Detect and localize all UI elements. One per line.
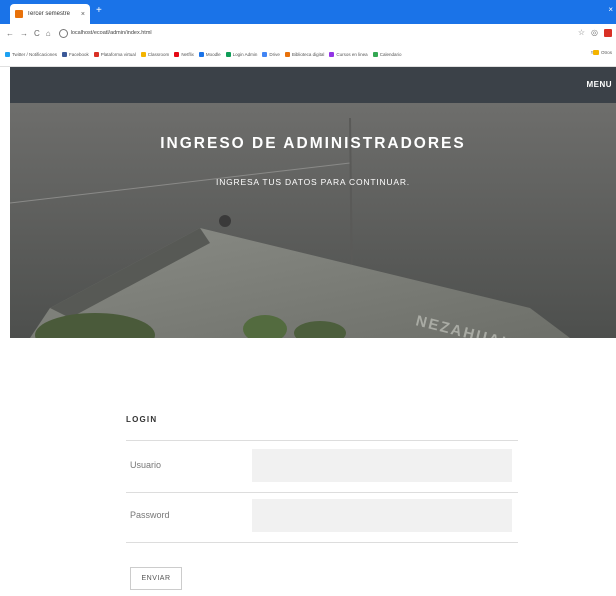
username-input[interactable]: [252, 449, 512, 482]
back-icon[interactable]: ←: [6, 29, 14, 38]
bookmark-favicon-icon: [225, 51, 231, 57]
bookmark-favicon-icon: [174, 51, 180, 57]
bookmark-item[interactable]: Netflix: [174, 51, 194, 57]
home-icon[interactable]: ⌂: [46, 29, 51, 38]
password-label: Password: [130, 510, 170, 520]
bookmark-label: Calendario: [379, 51, 402, 57]
bookmark-item[interactable]: Plataforma virtual: [93, 51, 136, 57]
password-row: Password: [126, 491, 518, 543]
bookmark-label: Login Admin: [232, 51, 258, 57]
bookmark-item[interactable]: Classroom: [140, 51, 170, 57]
browser-tab-bar: Tercer semestre × + ×: [0, 0, 616, 24]
username-label: Usuario: [130, 460, 162, 470]
bookmark-item[interactable]: Login Admin: [225, 51, 258, 57]
bookmark-favicon-icon: [284, 51, 290, 57]
folder-icon: [592, 50, 599, 55]
bookmark-favicon-icon: [62, 51, 68, 57]
hero-banner: INGRESO DE ADMINISTRADORES INGRESA TUS D…: [10, 103, 616, 338]
browser-toolbar: ← → C ⌂ localhost/ecoatl/admin/index.htm…: [0, 24, 616, 42]
submit-button[interactable]: ENVIAR: [130, 567, 182, 590]
tab-close-icon[interactable]: ×: [81, 11, 85, 18]
username-row: Usuario: [126, 440, 518, 493]
bookmark-label: Facebook: [69, 51, 89, 57]
bookmark-label: Netflix: [181, 51, 194, 57]
bookmark-item[interactable]: Moodle: [198, 51, 221, 57]
reload-icon[interactable]: C: [34, 29, 40, 38]
browser-tab[interactable]: Tercer semestre ×: [10, 4, 90, 24]
bookmark-label: Classroom: [147, 51, 170, 57]
bookmark-label: Moodle: [205, 51, 221, 57]
bookmark-label: Plataforma virtual: [100, 51, 136, 57]
site-info-icon[interactable]: [58, 28, 68, 38]
bookmark-item[interactable]: Drive: [262, 51, 280, 57]
hero-title: INGRESO DE ADMINISTRADORES: [160, 135, 466, 152]
login-heading: LOGIN: [126, 415, 158, 424]
menu-link[interactable]: MENU: [586, 80, 612, 89]
bookmark-favicon-icon: [329, 51, 335, 57]
bookmark-favicon-icon: [372, 51, 378, 57]
bookmark-label: Twitter / Notificaciones: [12, 51, 58, 57]
extension-icon[interactable]: ◎: [591, 28, 598, 37]
bookmark-item[interactable]: Facebook: [62, 51, 89, 57]
password-input[interactable]: [252, 499, 512, 532]
other-bookmarks[interactable]: Otros: [592, 50, 612, 55]
other-bookmarks-label: Otros: [600, 50, 612, 55]
bookmark-item[interactable]: Cursos en linea: [329, 51, 368, 57]
site-navbar: MENU: [10, 67, 616, 103]
bookmark-item[interactable]: Biblioteca digital: [284, 51, 325, 57]
bookmarks-bar: Twitter / Notificaciones Facebook Platafor…: [0, 42, 616, 67]
bookmark-label: Drive: [269, 51, 280, 57]
url-text[interactable]: localhost/ecoatl/admin/index.html: [71, 30, 152, 36]
bookmark-label: Biblioteca digital: [291, 51, 325, 57]
bookmark-favicon-icon: [262, 51, 268, 57]
bookmark-favicon-icon: [93, 51, 99, 57]
bookmark-item[interactable]: Twitter / Notificaciones: [5, 51, 58, 57]
new-tab-button[interactable]: +: [96, 6, 102, 16]
bookmark-favicon-icon: [198, 51, 204, 57]
toolbar-actions: ☆ ◎: [578, 28, 612, 37]
bookmark-item[interactable]: Calendario: [372, 51, 402, 57]
tab-favicon-icon: [15, 10, 23, 18]
bookmark-favicon-icon: [140, 51, 146, 57]
forward-icon[interactable]: →: [20, 29, 28, 38]
address-bar[interactable]: localhost/ecoatl/admin/index.html: [58, 27, 152, 39]
bookmark-label: Cursos en linea: [336, 51, 368, 57]
tab-title: Tercer semestre: [27, 11, 71, 17]
bookmark-star-icon[interactable]: ☆: [578, 28, 585, 37]
hero-subtitle: INGRESA TUS DATOS PARA CONTINUAR.: [216, 177, 410, 187]
bookmark-favicon-icon: [5, 51, 10, 57]
pdf-extension-icon[interactable]: [604, 28, 612, 37]
window-close-icon[interactable]: ×: [608, 5, 613, 14]
